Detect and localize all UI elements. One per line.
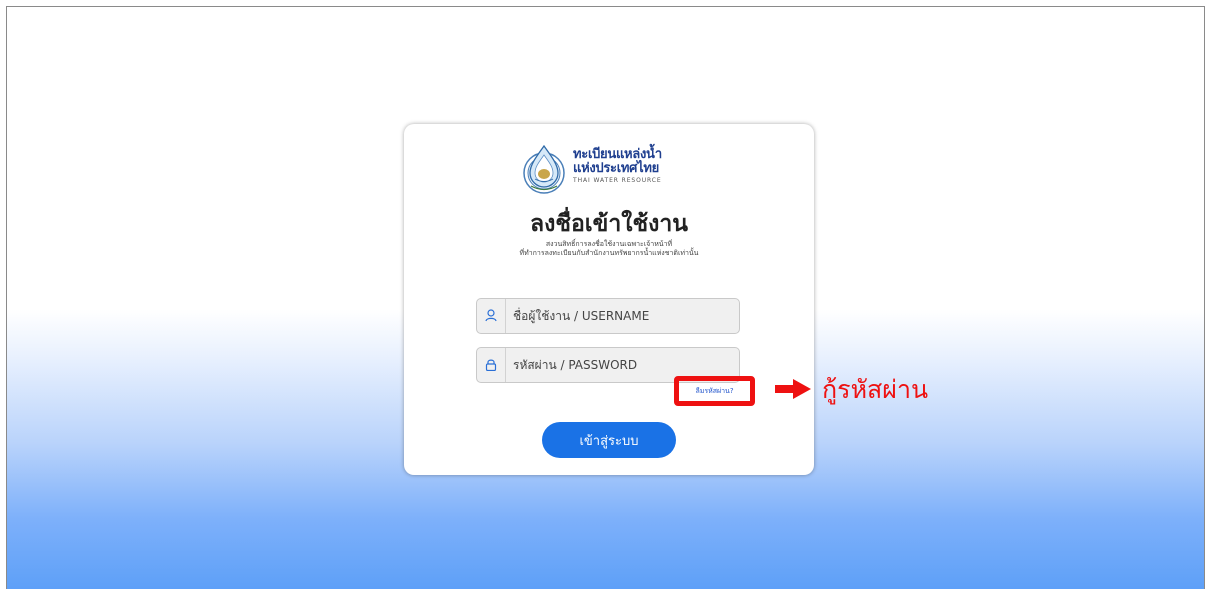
- arrow-right-icon: [775, 379, 811, 399]
- recover-password-annotation: กู้รหัสผ่าน: [822, 375, 929, 404]
- lock-icon: [485, 359, 497, 371]
- brand-name: ทะเบียนแหล่งน้ำ แห่งประเทศไทย THAI WATER…: [573, 148, 662, 186]
- login-button[interactable]: เข้าสู่ระบบ: [542, 422, 676, 458]
- browser-viewport: ทะเบียนแหล่งน้ำ แห่งประเทศไทย THAI WATER…: [6, 6, 1205, 589]
- forgot-password-link[interactable]: ลืมรหัสผ่าน?: [679, 381, 750, 401]
- brand-tagline: THAI WATER RESOURCE: [573, 177, 662, 184]
- password-icon-box: [477, 348, 506, 382]
- username-input[interactable]: [513, 299, 733, 333]
- water-drop-emblem-icon: [523, 144, 565, 194]
- forgot-password-highlight: ลืมรหัสผ่าน?: [674, 376, 755, 406]
- login-subtitle-line1: สงวนสิทธิ์การลงชื่อใช้งานเฉพาะเจ้าหน้าที…: [545, 240, 673, 248]
- login-subtitle-line2: ที่ทำการลงทะเบียนกับสำนักงานทรัพยากรน้ำแ…: [519, 249, 699, 257]
- login-card: ทะเบียนแหล่งน้ำ แห่งประเทศไทย THAI WATER…: [404, 124, 814, 475]
- brand-name-line2: แห่งประเทศไทย: [573, 161, 659, 176]
- username-field: [476, 298, 740, 334]
- username-icon-box: [477, 299, 506, 333]
- page-title: ลงชื่อเข้าใช้งาน: [530, 211, 688, 237]
- login-subtitle: สงวนสิทธิ์การลงชื่อใช้งานเฉพาะเจ้าหน้าที…: [404, 240, 814, 258]
- brand-logo: ทะเบียนแหล่งน้ำ แห่งประเทศไทย THAI WATER…: [521, 143, 706, 195]
- user-icon: [485, 309, 497, 322]
- brand-name-line1: ทะเบียนแหล่งน้ำ: [573, 147, 662, 162]
